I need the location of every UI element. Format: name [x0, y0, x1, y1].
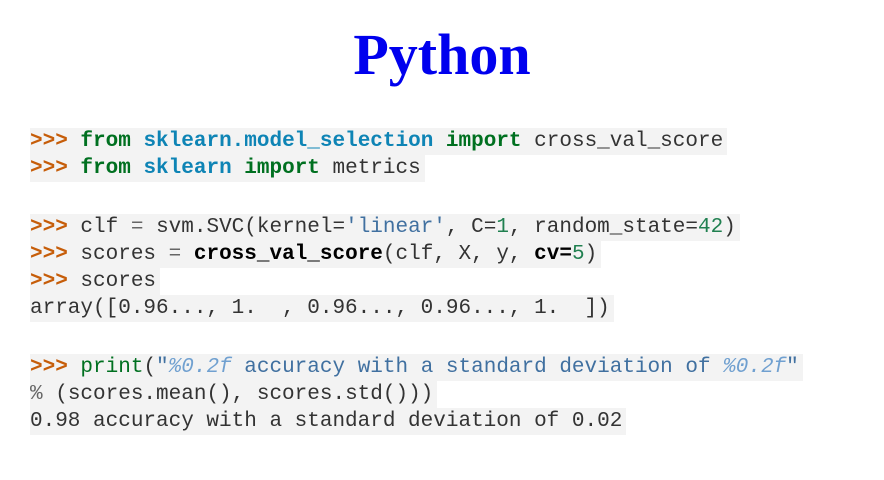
code-line-2: >>> from sklearn import metrics — [30, 155, 803, 182]
identifier: , random_state= — [508, 216, 698, 239]
identifier: metrics — [332, 157, 421, 180]
keyword-arg: cv= — [534, 243, 572, 266]
code-line-3: >>> clf = svm.SVC(kernel='linear', C=1, … — [30, 214, 803, 241]
function-name: cross_val_score — [193, 243, 383, 266]
identifier: clf — [80, 216, 119, 239]
code-block: >>> from sklearn.model_selection import … — [30, 128, 803, 435]
prompt: >>> — [30, 216, 68, 239]
identifier: ( — [143, 356, 157, 379]
page-title: Python — [353, 22, 531, 87]
code-output-2: 0.98 accuracy with a standard deviation … — [30, 408, 803, 435]
identifier: cross_val_score — [534, 130, 724, 153]
identifier: svm.SVC(kernel= — [156, 216, 346, 239]
prompt: >>> — [30, 243, 68, 266]
code-line-5: >>> scores — [30, 268, 803, 295]
identifier: (clf, X, y, — [382, 243, 535, 266]
builtin-name: print — [80, 356, 144, 379]
prompt: >>> — [30, 356, 68, 379]
prompt: >>> — [30, 270, 68, 293]
code-output-1: array([0.96..., 1. , 0.96..., 0.96..., 1… — [30, 295, 803, 322]
number-literal: 42 — [697, 216, 724, 239]
module: sklearn.model_selection — [143, 130, 434, 153]
code-line-8: % (scores.mean(), scores.std())) — [30, 381, 803, 408]
prompt: >>> — [30, 157, 68, 180]
operator: = — [168, 243, 182, 266]
keyword: from — [80, 130, 131, 153]
keyword: import — [244, 157, 320, 180]
format-spec: %0.2f — [168, 356, 232, 379]
keyword: from — [80, 157, 131, 180]
keyword: import — [445, 130, 522, 153]
identifier: scores — [80, 243, 157, 266]
operator: % — [30, 383, 43, 406]
string-literal: " — [156, 356, 169, 379]
format-spec: %0.2f — [723, 356, 787, 379]
string-literal: " — [786, 356, 799, 379]
prompt: >>> — [30, 130, 68, 153]
string-literal: 'linear' — [345, 216, 446, 239]
code-line-4: >>> scores = cross_val_score(clf, X, y, … — [30, 241, 803, 268]
number-literal: 1 — [496, 216, 509, 239]
identifier: ) — [584, 243, 598, 266]
identifier: ) — [723, 216, 736, 239]
output-text: array([0.96..., 1. , 0.96..., 0.96..., 1… — [30, 297, 610, 320]
identifier: , C= — [445, 216, 497, 239]
number-literal: 5 — [571, 243, 585, 266]
code-line-7: >>> print("%0.2f accuracy with a standar… — [30, 354, 803, 381]
identifier: (scores.mean(), scores.std())) — [55, 383, 434, 406]
code-line-1: >>> from sklearn.model_selection import … — [30, 128, 803, 155]
module: sklearn — [143, 157, 232, 180]
identifier: scores — [80, 270, 157, 293]
operator: = — [130, 216, 144, 239]
string-literal: accuracy with a standard deviation of — [231, 356, 724, 379]
output-text: 0.98 accuracy with a standard deviation … — [30, 410, 623, 433]
